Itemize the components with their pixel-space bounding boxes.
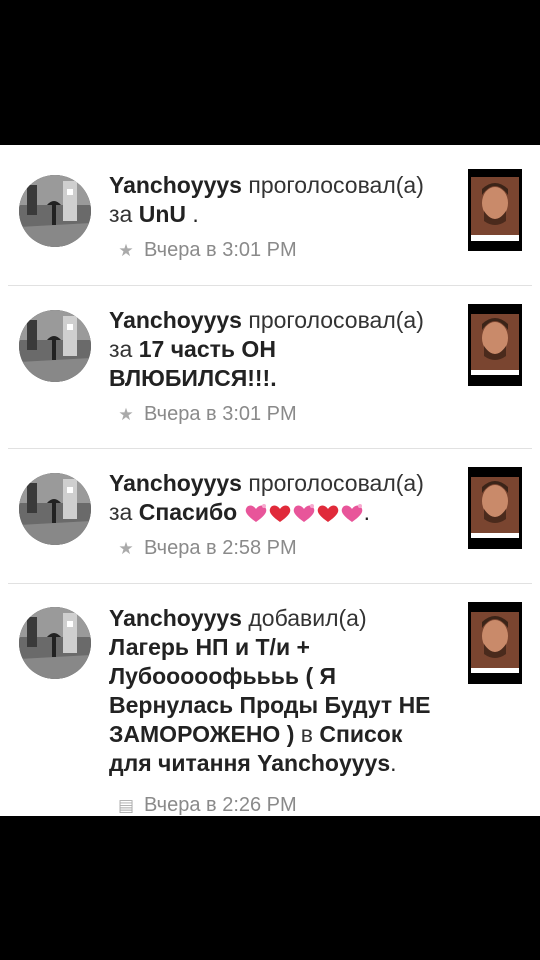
story-cover-thumbnail[interactable] [468,602,522,684]
red-heart-icon [268,501,292,530]
star-icon: ★ [118,539,134,558]
activity-text: Yanchoyyys проголосовал(а) за Спасибо . [109,469,449,530]
timestamp-text: Вчера в 3:01 PM [144,239,297,261]
action-prep: в [294,721,320,747]
star-icon: ★ [118,405,134,424]
username-link[interactable]: Yanchoyyys [109,470,242,496]
feed-item[interactable]: Yanchoyyys проголосовал(а) за Спасибо . … [0,449,540,583]
bottom-black-bar [0,816,540,960]
action-verb: добавил(а) [248,605,367,631]
timestamp-text: Вчера в 2:58 PM [144,537,297,559]
title-suffix: . [363,499,370,525]
top-black-bar [0,0,540,145]
username-link[interactable]: Yanchoyyys [109,307,242,333]
timestamp-text: Вчера в 2:26 PM [144,794,297,816]
timestamp: ★ Вчера в 2:58 PM [117,535,297,561]
activity-text: Yanchoyyys проголосовал(а) за UnU . [109,171,449,229]
title-suffix: . [390,750,397,776]
story-cover-thumbnail[interactable] [468,169,522,251]
feed-item[interactable]: Yanchoyyys проголосовал(а) за UnU . ★ Вче… [0,145,540,285]
feed-item[interactable]: Yanchoyyys добавил(а) Лагерь НП и Т/и + … [0,584,540,816]
avatar[interactable] [19,473,91,545]
username-link[interactable]: Yanchoyyys [109,605,242,631]
reading-list-icon: ▤ [117,796,135,815]
action-prep: за [109,336,133,362]
activity-feed: Yanchoyyys проголосовал(а) за UnU . ★ Вче… [0,145,540,816]
star-icon: ★ [118,241,134,260]
avatar[interactable] [19,175,91,247]
story-title-link[interactable]: 17 часть ОН ВЛЮБИЛСЯ!!!. [109,336,277,391]
feed-item[interactable]: Yanchoyyys проголосовал(а) за 17 часть О… [0,286,540,449]
action-verb: проголосовал(а) [248,470,424,496]
timestamp: ▤ Вчера в 2:26 PM [117,792,297,816]
action-verb: проголосовал(а) [248,172,424,198]
story-title-link[interactable]: Спасибо [139,499,237,525]
username-link[interactable]: Yanchoyyys [109,172,242,198]
activity-text: Yanchoyyys добавил(а) Лагерь НП и Т/и + … [109,604,449,778]
timestamp: ★ Вчера в 3:01 PM [117,237,297,263]
activity-text: Yanchoyyys проголосовал(а) за 17 часть О… [109,306,449,393]
sparkling-heart-icon [292,501,316,530]
action-prep: за [109,499,133,525]
action-prep: за [109,201,133,227]
action-verb: проголосовал(а) [248,307,424,333]
red-heart-icon [316,501,340,530]
story-cover-thumbnail[interactable] [468,304,522,386]
timestamp: ★ Вчера в 3:01 PM [117,401,297,427]
timestamp-text: Вчера в 3:01 PM [144,403,297,425]
sparkling-heart-icon [244,501,268,530]
sparkling-heart-icon [340,501,364,530]
story-cover-thumbnail[interactable] [468,467,522,549]
avatar[interactable] [19,310,91,382]
title-suffix: . [186,201,199,227]
story-title-link[interactable]: UnU [139,201,186,227]
avatar[interactable] [19,607,91,679]
